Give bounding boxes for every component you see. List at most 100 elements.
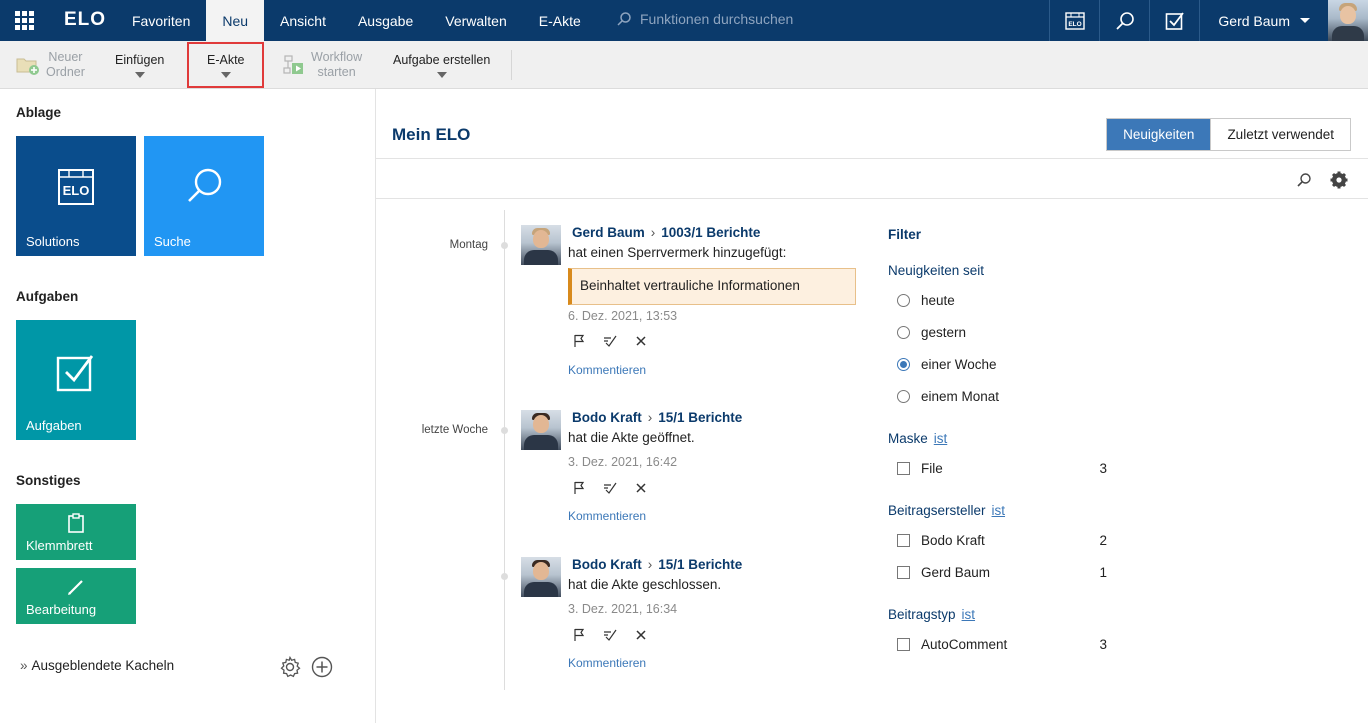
- timeline-dot: [501, 573, 508, 580]
- operator-link[interactable]: ist: [934, 431, 948, 446]
- checkbox-bodo-kraft[interactable]: Bodo Kraft 2: [897, 533, 1107, 548]
- add-tile-icon[interactable]: [311, 656, 333, 678]
- mark-read-icon[interactable]: [602, 628, 618, 642]
- insert-label: Einfügen: [115, 52, 165, 67]
- entry-actions: [573, 481, 647, 495]
- entry-user-link[interactable]: Bodo Kraft: [572, 410, 642, 425]
- checkbox[interactable]: [897, 462, 910, 475]
- new-folder-label-1: Neuer: [48, 50, 83, 64]
- timeline-dot: [501, 242, 508, 249]
- close-icon[interactable]: [635, 482, 647, 494]
- radio-einem-monat[interactable]: einem Monat: [897, 389, 1107, 404]
- nav-favoriten[interactable]: Favoriten: [116, 0, 206, 41]
- gear-icon[interactable]: [1330, 171, 1348, 189]
- toolbar-divider: [511, 50, 512, 80]
- radio-heute[interactable]: heute: [897, 293, 1107, 308]
- entry-actions: [573, 628, 647, 642]
- user-menu[interactable]: Gerd Baum: [1199, 0, 1328, 41]
- entry-user-link[interactable]: Gerd Baum: [572, 225, 645, 240]
- create-task-button[interactable]: Aufgabe erstellen: [393, 41, 490, 89]
- view-toggle: Neuigkeiten Zuletzt verwendet: [1106, 118, 1351, 151]
- app-launcher-button[interactable]: [0, 0, 48, 41]
- avatar[interactable]: [521, 410, 561, 450]
- radio-button[interactable]: [897, 294, 910, 307]
- filter-heading-label: Beitragstyp: [888, 607, 956, 622]
- new-folder-label-2: Ordner: [46, 65, 85, 79]
- search-icon[interactable]: [1296, 172, 1312, 188]
- flag-icon[interactable]: [573, 628, 585, 642]
- flag-icon[interactable]: [573, 334, 585, 348]
- nav-ansicht[interactable]: Ansicht: [264, 0, 342, 41]
- checkbox-gerd-baum[interactable]: Gerd Baum 1: [897, 565, 1107, 580]
- radio-button-selected[interactable]: [897, 358, 910, 371]
- comment-link[interactable]: Kommentieren: [568, 656, 646, 670]
- gear-icon[interactable]: [279, 656, 301, 678]
- section-title-sonstiges: Sonstiges: [16, 473, 81, 488]
- new-folder-button[interactable]: Neuer Ordner: [16, 41, 85, 89]
- filter-heading-label: Maske: [888, 431, 928, 446]
- radio-einer-woche[interactable]: einer Woche: [897, 357, 1107, 372]
- entry-user-link[interactable]: Bodo Kraft: [572, 557, 642, 572]
- comment-link[interactable]: Kommentieren: [568, 363, 646, 377]
- tile-bearbeitung[interactable]: Bearbeitung: [16, 568, 136, 624]
- checkbox-file[interactable]: File 3: [897, 461, 1107, 476]
- comment-link[interactable]: Kommentieren: [568, 509, 646, 523]
- hidden-tiles-toggle[interactable]: » Ausgeblendete Kacheln: [20, 658, 174, 673]
- caret-down-icon: [134, 71, 145, 78]
- entry-target-link[interactable]: 15/1 Berichte: [658, 557, 742, 572]
- tile-aufgaben[interactable]: Aufgaben: [16, 320, 136, 440]
- avatar[interactable]: [521, 557, 561, 597]
- operator-link[interactable]: ist: [962, 607, 976, 622]
- filter-count: 3: [1099, 637, 1107, 652]
- user-name: Gerd Baum: [1218, 12, 1290, 29]
- checkbox-label: File: [921, 461, 943, 476]
- nav-verwalten[interactable]: Verwalten: [429, 0, 522, 41]
- nav-ausgabe[interactable]: Ausgabe: [342, 0, 429, 41]
- entry-time: 3. Dez. 2021, 16:42: [568, 455, 678, 469]
- nav-e-akte[interactable]: E-Akte: [523, 0, 597, 41]
- divider: [376, 158, 1368, 159]
- tile-solutions[interactable]: ELO Solutions: [16, 136, 136, 256]
- checkbox[interactable]: [897, 534, 910, 547]
- radio-gestern[interactable]: gestern: [897, 325, 1107, 340]
- elo-archive-icon: ELO: [1065, 11, 1085, 30]
- svg-text:ELO: ELO: [1068, 21, 1081, 28]
- flag-icon[interactable]: [573, 481, 585, 495]
- tasks-button[interactable]: [1149, 0, 1199, 41]
- checkbox[interactable]: [897, 566, 910, 579]
- highlight-frame: [187, 42, 264, 88]
- tab-zuletzt-verwendet[interactable]: Zuletzt verwendet: [1210, 119, 1350, 150]
- tab-neuigkeiten[interactable]: Neuigkeiten: [1107, 119, 1211, 150]
- mark-read-icon[interactable]: [602, 481, 618, 495]
- page-title: Mein ELO: [392, 125, 471, 144]
- tile-klemmbrett[interactable]: Klemmbrett: [16, 504, 136, 560]
- archive-button[interactable]: ELO: [1049, 0, 1099, 41]
- entry-target-link[interactable]: 1003/1 Berichte: [661, 225, 760, 240]
- entry-time: 3. Dez. 2021, 16:34: [568, 602, 678, 616]
- feed-entry: Gerd Baum › 1003/1 Berichte hat einen Sper…: [521, 225, 861, 385]
- elo-archive-icon: ELO: [58, 169, 94, 205]
- workflow-label-2: starten: [317, 65, 356, 79]
- workflow-start-button[interactable]: Workflow starten: [283, 41, 362, 89]
- top-bar: ELO Favoriten Neu Ansicht Ausgabe Verwal…: [0, 0, 1368, 41]
- filter-count: 2: [1099, 533, 1107, 548]
- avatar[interactable]: [1328, 0, 1368, 41]
- radio-button[interactable]: [897, 390, 910, 403]
- entry-target-link[interactable]: 15/1 Berichte: [658, 410, 742, 425]
- checkbox-autocomment[interactable]: AutoComment 3: [897, 637, 1107, 652]
- checkbox-icon: [1165, 11, 1184, 30]
- close-icon[interactable]: [635, 629, 647, 641]
- checkbox[interactable]: [897, 638, 910, 651]
- search-button[interactable]: [1099, 0, 1149, 41]
- radio-button[interactable]: [897, 326, 910, 339]
- mark-read-icon[interactable]: [602, 334, 618, 348]
- function-search-input[interactable]: Funktionen durchsuchen: [616, 11, 793, 27]
- close-icon[interactable]: [635, 335, 647, 347]
- avatar[interactable]: [521, 225, 561, 265]
- insert-button[interactable]: Einfügen: [115, 41, 164, 89]
- svg-text:ELO: ELO: [63, 183, 90, 198]
- nav-neu[interactable]: Neu: [206, 0, 265, 41]
- tile-suche[interactable]: Suche: [144, 136, 264, 256]
- operator-link[interactable]: ist: [992, 503, 1006, 518]
- divider: [376, 198, 1368, 199]
